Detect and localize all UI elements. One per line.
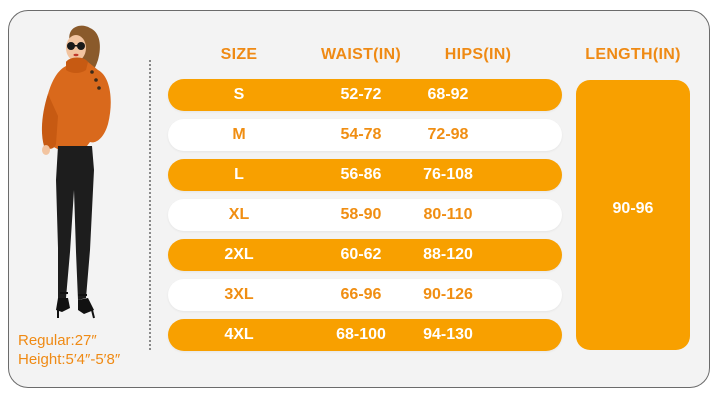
size-cell: 2XL [224, 246, 254, 263]
model-illustration [41, 25, 111, 319]
header-hips: HIPS(IN) [444, 46, 512, 63]
size-cell: L [234, 166, 244, 183]
size-cell: XL [228, 206, 250, 223]
length-column: 90-96 [576, 80, 690, 350]
header-waist: WAIST(IN) [320, 46, 402, 63]
hips-cell: 68-92 [427, 86, 469, 103]
size-row-s: S 52-72 68-92 [168, 79, 562, 111]
size-row-2xl: 2XL 60-62 88-120 [168, 239, 562, 271]
size-row-xl: XL 58-90 80-110 [168, 199, 562, 231]
hips-cell: 90-126 [423, 286, 473, 303]
hips-cell: 80-110 [423, 206, 473, 223]
size-row-4xl: 4XL 68-100 94-130 [168, 319, 562, 351]
size-row-l: L 56-86 76-108 [168, 159, 562, 191]
dotted-divider [149, 60, 151, 350]
header-length: LENGTH(IN) [585, 46, 681, 63]
hips-cell: 94-130 [423, 326, 473, 343]
size-row-3xl: 3XL 66-96 90-126 [168, 279, 562, 311]
size-cell: S [233, 86, 245, 103]
hips-cell: 76-108 [423, 166, 473, 183]
length-value: 90-96 [612, 200, 654, 217]
size-row-m: M 54-78 72-98 [168, 119, 562, 151]
size-cell: 4XL [224, 326, 254, 343]
model-waist-caption: Regular:27″ [18, 332, 97, 349]
header-size: SIZE [220, 46, 258, 63]
hips-cell: 72-98 [427, 126, 469, 143]
model-height-caption: Height:5′4″-5′8″ [18, 351, 121, 368]
size-cell: M [232, 126, 246, 143]
size-cell: 3XL [224, 286, 254, 303]
hips-cell: 88-120 [423, 246, 473, 263]
